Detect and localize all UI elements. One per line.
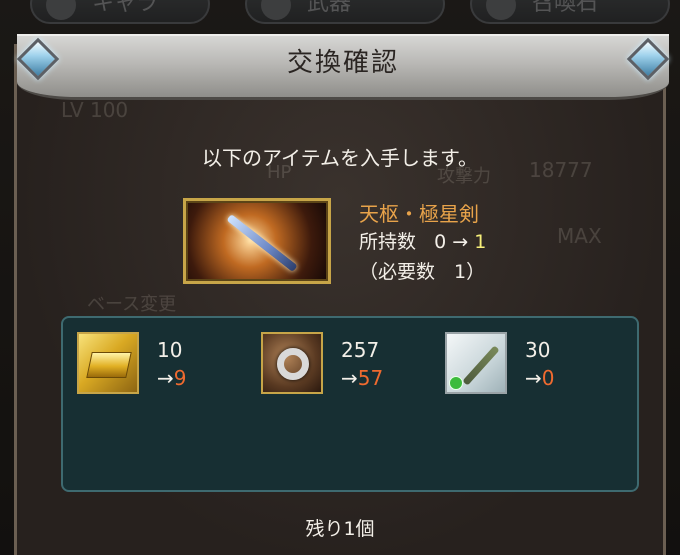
reward-item-name: 天枢・極星剣 [359, 202, 479, 226]
owned-label: 所持数 [359, 231, 417, 253]
ghost-max-label: MAX [557, 224, 602, 248]
gold-bar-icon [77, 332, 139, 394]
material-after: 9 [173, 366, 187, 390]
required-count: （必要数 1） [359, 261, 486, 283]
dialog-title-bar: 交換確認 [16, 34, 670, 100]
ghost-level: LV 100 [61, 98, 129, 122]
arrow-icon: → [157, 366, 174, 390]
material-before: 257 [341, 338, 380, 362]
arrow-icon: → [525, 366, 542, 390]
material-after: 57 [357, 366, 384, 390]
reward-item-image [183, 198, 331, 284]
arrow-icon: → [452, 231, 469, 253]
arrow-icon: → [341, 366, 358, 390]
remaining-count: 残り1個 [305, 518, 375, 540]
exchange-confirm-dialog: LV 100 HP 攻撃力 18777 MAX ベース変更 交換確認 以下のアイ… [14, 34, 670, 555]
owned-count-row: 所持数 0 → 1 [359, 227, 486, 254]
material-before: 30 [525, 338, 551, 362]
confirm-message: 以下のアイテムを入手します。 [202, 146, 478, 170]
material-after-row: →57 [341, 366, 383, 390]
material-before: 10 [157, 338, 183, 362]
element-badge-icon [449, 376, 463, 390]
owned-before: 0 [434, 231, 447, 253]
star-sword-icon [226, 213, 298, 273]
materials-panel: 10 →9 257 →57 30 →0 [61, 316, 639, 492]
green-blade-icon [445, 332, 507, 394]
material-after-row: →9 [157, 366, 187, 390]
dialog-title: 交換確認 [286, 48, 399, 78]
owned-after: 1 [474, 231, 487, 253]
silver-ring-icon [261, 332, 323, 394]
material-after: 0 [541, 366, 555, 390]
material-after-row: →0 [525, 366, 555, 390]
ghost-base-change: ベース変更 [87, 294, 177, 315]
